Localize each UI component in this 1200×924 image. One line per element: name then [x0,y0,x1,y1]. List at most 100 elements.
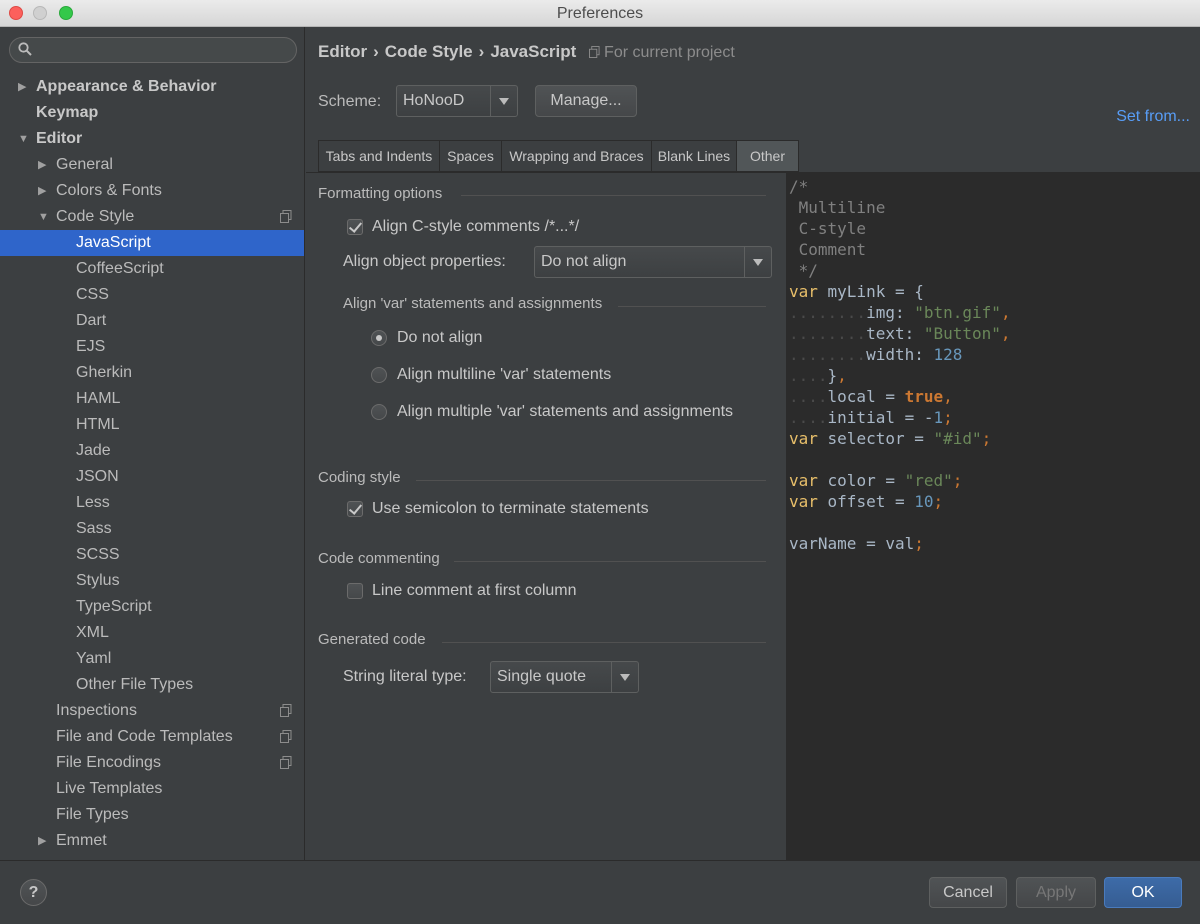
tab-wrapping-and-braces[interactable]: Wrapping and Braces [501,140,652,172]
radio-align-multiline[interactable] [371,367,387,383]
code-line: ....initial = -1; [789,408,953,427]
code-line: varName = val; [789,534,924,553]
sidebar-item-live-templates[interactable]: Live Templates [0,776,304,802]
group-divider [454,561,766,562]
sidebar-item-other-file-types[interactable]: Other File Types [0,672,304,698]
radio-align-multiple[interactable] [371,404,387,420]
sidebar-item-css[interactable]: CSS [0,282,304,308]
code-line: Comment [789,240,867,259]
sidebar-item-label: Colors & Fonts [56,182,162,199]
string-literal-value: Single quote [497,668,586,685]
sidebar-item-stylus[interactable]: Stylus [0,568,304,594]
align-props-select[interactable]: Do not align [534,246,772,278]
align-comments-checkbox[interactable] [347,219,363,235]
sidebar-item-jade[interactable]: Jade [0,438,304,464]
expand-arrow-icon[interactable]: ▶ [38,152,46,178]
code-line: var color = "red"; [789,471,963,490]
string-literal-select[interactable]: Single quote [490,661,639,693]
set-from-link[interactable]: Set from... [1116,108,1190,126]
scheme-label: Scheme: [318,93,382,110]
expand-arrow-icon[interactable]: ▶ [38,178,46,204]
sidebar-item-scss[interactable]: SCSS [0,542,304,568]
sidebar-item-ejs[interactable]: EJS [0,334,304,360]
sidebar-item-less[interactable]: Less [0,490,304,516]
align-props-label: Align object properties: [343,253,506,270]
cancel-button[interactable]: Cancel [929,877,1007,908]
sidebar-item-file-types[interactable]: File Types [0,802,304,828]
chevron-down-icon[interactable] [611,662,638,692]
expand-arrow-icon[interactable]: ▶ [18,74,26,100]
project-copy-icon [280,704,292,717]
breadcrumb: Editor › Code Style › JavaScript For current… [318,42,735,62]
code-line: /* [789,177,809,196]
line-comment-checkbox[interactable] [347,583,363,599]
sidebar-item-yaml[interactable]: Yaml [0,646,304,672]
sidebar-item-file-code-templates[interactable]: File and Code Templates [0,724,304,750]
window-title: Preferences [556,5,644,22]
coding-style-title: Coding style [318,469,401,486]
sidebar-item-javascript[interactable]: JavaScript [0,230,304,256]
sidebar-item-sass[interactable]: Sass [0,516,304,542]
code-line: var myLink = { [789,282,924,301]
sidebar-item-label: HTML [76,416,120,433]
sidebar-item-emmet[interactable]: ▶ Emmet [0,828,304,854]
code-commenting-title: Code commenting [318,550,440,567]
expand-arrow-icon[interactable]: ▶ [38,828,46,854]
sidebar-item-haml[interactable]: HAML [0,386,304,412]
tab-spaces[interactable]: Spaces [439,140,502,172]
manage-button[interactable]: Manage... [535,85,637,117]
tab-blank-lines[interactable]: Blank Lines [651,140,737,172]
sidebar-item-inspections[interactable]: Inspections [0,698,304,724]
sidebar-item-typescript[interactable]: TypeScript [0,594,304,620]
search-input[interactable] [9,37,297,63]
dialog-footer: ? Cancel Apply OK [0,860,1200,924]
sidebar-item-code-style[interactable]: ▼ Code Style [0,204,304,230]
help-button[interactable]: ? [20,879,47,906]
collapse-arrow-icon[interactable]: ▼ [18,126,29,152]
code-preview[interactable]: /* Multiline C-style Comment */ var myLi… [786,172,1200,860]
radio-do-not-align[interactable] [371,330,387,346]
tab-tabs-and-indents[interactable]: Tabs and Indents [318,140,440,172]
collapse-arrow-icon[interactable]: ▼ [38,204,49,230]
project-copy-icon [280,730,292,743]
scheme-select[interactable]: HoNooD [396,85,518,117]
code-line: var selector = "#id"; [789,429,992,448]
tab-other[interactable]: Other [736,140,799,172]
sidebar-item-editor[interactable]: ▼ Editor [0,126,304,152]
sidebar-item-label: Emmet [56,832,107,849]
sidebar-item-label: File Encodings [56,754,161,771]
sidebar-item-file-encodings[interactable]: File Encodings [0,750,304,776]
sidebar-item-appearance-behavior[interactable]: ▶ Appearance & Behavior [0,74,304,100]
sidebar-item-label: Less [76,494,110,511]
sidebar-item-html[interactable]: HTML [0,412,304,438]
sidebar-item-json[interactable]: JSON [0,464,304,490]
semicolon-checkbox[interactable] [347,501,363,517]
breadcrumb-separator: › [478,42,485,61]
code-line: ........text: "Button", [789,324,1011,343]
sidebar-item-xml[interactable]: XML [0,620,304,646]
ok-button[interactable]: OK [1104,877,1182,908]
sidebar-item-label: Gherkin [76,364,133,381]
sidebar-item-colors-fonts[interactable]: ▶ Colors & Fonts [0,178,304,204]
chevron-down-icon[interactable] [490,86,517,116]
project-scope-text: For current project [604,44,735,61]
group-divider [618,306,766,307]
group-divider [461,195,766,196]
project-scope-label: For current project [589,44,735,61]
sidebar-item-general[interactable]: ▶ General [0,152,304,178]
sidebar-item-label: Yaml [76,650,112,667]
sidebar-item-coffeescript[interactable]: CoffeeScript [0,256,304,282]
sidebar-item-label: Appearance & Behavior [36,78,217,95]
chevron-down-icon[interactable] [744,247,771,277]
align-props-value: Do not align [541,253,627,270]
sidebar-item-keymap[interactable]: Keymap [0,100,304,126]
sidebar-item-label: File and Code Templates [56,728,233,745]
apply-button[interactable]: Apply [1016,877,1096,908]
formatting-options-title: Formatting options [318,185,443,202]
sidebar-item-gherkin[interactable]: Gherkin [0,360,304,386]
sidebar-item-label: File Types [56,806,129,823]
sidebar-item-label: Stylus [76,572,120,589]
code-line: ........img: "btn.gif", [789,303,1011,322]
code-line: ....}, [789,366,847,385]
sidebar-item-dart[interactable]: Dart [0,308,304,334]
